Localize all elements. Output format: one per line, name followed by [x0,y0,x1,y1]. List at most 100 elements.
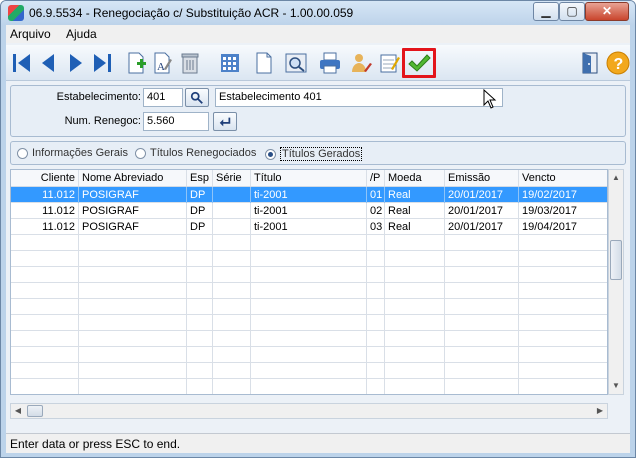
empty-table-row [11,267,607,283]
help-icon[interactable]: ? [606,51,630,75]
exit-door-icon[interactable] [578,51,602,75]
col-titulo[interactable]: Título [251,170,367,186]
empty-cell [11,235,79,251]
empty-cell [445,283,519,299]
empty-cell [519,283,607,299]
blank-document-icon[interactable] [252,51,276,75]
scroll-up-icon[interactable]: ▲ [609,170,623,186]
app-icon [8,5,24,21]
scroll-thumb[interactable] [27,405,43,417]
scroll-left-icon[interactable]: ◀ [11,404,25,418]
empty-cell [251,235,367,251]
empty-cell [251,363,367,379]
next-record-icon[interactable] [64,51,88,75]
notepad-icon[interactable] [378,51,402,75]
empty-cell [385,283,445,299]
empty-cell [367,251,385,267]
empty-cell [251,283,367,299]
col-emissao[interactable]: Emissão [445,170,519,186]
radio-selected-icon [265,148,276,160]
col-moeda[interactable]: Moeda [385,170,445,186]
col-cliente[interactable]: Cliente [11,170,79,186]
estabelecimento-description: Estabelecimento 401 [215,88,503,107]
renegoc-input[interactable]: 5.560 [143,112,209,131]
empty-cell [251,315,367,331]
empty-cell [187,299,213,315]
table-row[interactable]: 11.012 POSIGRAF DP ti-2001 02 Real 20/01… [11,203,607,219]
empty-table-row [11,363,607,379]
first-record-icon[interactable] [10,51,34,75]
empty-cell [519,299,607,315]
empty-cell [367,299,385,315]
estabelecimento-input[interactable]: 401 [143,88,183,107]
user-edit-icon[interactable] [350,51,374,75]
empty-cell [519,379,607,394]
minimize-button[interactable]: ▁ [533,2,559,21]
empty-cell [445,251,519,267]
empty-cell [11,251,79,267]
delete-icon[interactable] [178,51,202,75]
new-document-icon[interactable] [124,51,148,75]
empty-cell [445,363,519,379]
preview-icon[interactable] [284,51,308,75]
col-serie[interactable]: Série [213,170,251,186]
scroll-thumb[interactable] [610,240,622,280]
status-bar: Enter data or press ESC to end. [6,433,630,453]
empty-cell [445,331,519,347]
maximize-button[interactable]: ▢ [559,2,585,21]
tab-titulos-renegociados[interactable]: Títulos Renegociados [135,147,256,159]
empty-cell [251,347,367,363]
col-esp[interactable]: Esp [187,170,213,186]
empty-cell [385,363,445,379]
confirm-check-icon[interactable] [402,48,436,78]
empty-cell [251,331,367,347]
empty-cell [79,251,187,267]
menu-arquivo[interactable]: Arquivo [10,27,51,41]
print-icon[interactable] [318,51,342,75]
enter-button[interactable] [213,112,237,131]
col-nome-abreviado[interactable]: Nome Abreviado [79,170,187,186]
close-button[interactable]: ✕ [585,2,629,21]
renegoc-label: Num. Renegoc: [64,115,141,127]
col-vencto[interactable]: Vencto [519,170,607,186]
empty-cell [367,267,385,283]
scroll-down-icon[interactable]: ▼ [609,378,623,394]
empty-cell [519,251,607,267]
empty-cell [251,379,367,394]
search-button[interactable] [185,88,209,107]
empty-cell [385,315,445,331]
last-record-icon[interactable] [90,51,114,75]
empty-cell [11,267,79,283]
horizontal-scrollbar[interactable]: ◀ ▶ [10,403,608,419]
empty-table-row [11,331,607,347]
empty-cell [213,379,251,394]
empty-cell [213,283,251,299]
calendar-grid-icon[interactable] [218,51,242,75]
tab-titulos-gerados[interactable]: Títulos Gerados [265,147,363,161]
empty-cell [79,299,187,315]
empty-cell [519,363,607,379]
scroll-right-icon[interactable]: ▶ [593,404,607,418]
empty-cell [367,235,385,251]
empty-table-row [11,283,607,299]
edit-document-icon[interactable]: A [150,51,174,75]
title-bar[interactable]: 06.9.5534 - Renegociação c/ Substituição… [1,1,635,25]
table-row[interactable]: 11.012 POSIGRAF DP ti-2001 01 Real 20/01… [11,187,607,203]
empty-table-row [11,315,607,331]
tab-informacoes-gerais[interactable]: Informações Gerais [17,147,128,159]
table-row[interactable]: 11.012 POSIGRAF DP ti-2001 03 Real 20/01… [11,219,607,235]
menu-ajuda[interactable]: Ajuda [66,27,97,41]
empty-cell [385,347,445,363]
titulos-table[interactable]: Cliente Nome Abreviado Esp Série Título … [10,169,608,395]
col-parcela[interactable]: /P [367,170,385,186]
empty-cell [519,331,607,347]
mouse-pointer-icon [483,88,497,112]
empty-cell [385,235,445,251]
empty-cell [79,235,187,251]
empty-cell [213,251,251,267]
empty-cell [367,315,385,331]
previous-record-icon[interactable] [36,51,60,75]
empty-cell [79,315,187,331]
empty-cell [79,347,187,363]
vertical-scrollbar[interactable]: ▲ ▼ [608,169,624,395]
